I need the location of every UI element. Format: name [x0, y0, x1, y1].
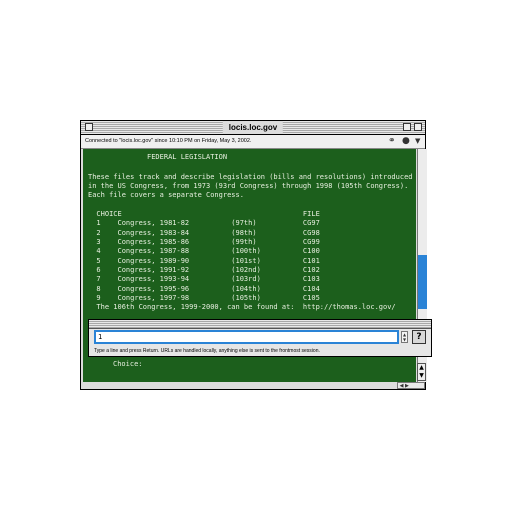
terminal-line: 4 Congress, 1987-88 (100th) C100 [88, 247, 320, 255]
chevron-down-icon[interactable]: ▼ [415, 136, 420, 147]
window-titlebar[interactable]: locis.loc.gov [81, 121, 425, 135]
terminal-line: 6 Congress, 1991-92 (102nd) C102 [88, 266, 320, 274]
terminal-line: These files track and describe legislati… [88, 173, 413, 181]
collapse-box-icon[interactable] [414, 123, 422, 131]
choice-prompt: Choice: [113, 360, 143, 368]
plug-icon[interactable]: ⚭ [388, 136, 396, 147]
command-hint: Type a line and press Return. URLs are h… [94, 348, 320, 354]
connection-status-bar: Connected to "locis.loc.gov" since 10:10… [81, 135, 425, 149]
command-line-panel: 1 ▲ ▼ ? Type a line and press Return. URL… [88, 319, 432, 357]
scroll-arrows[interactable]: ▲ ▼ [417, 363, 426, 381]
scroll-thumb[interactable] [418, 255, 427, 309]
command-panel-titlebar[interactable] [89, 320, 431, 329]
terminal-line: Each file covers a separate Congress. [88, 191, 244, 199]
window-title: locis.loc.gov [222, 121, 284, 134]
close-box-icon[interactable] [85, 123, 93, 131]
terminal-line: 7 Congress, 1993-94 (103rd) C103 [88, 275, 320, 283]
command-input[interactable]: 1 [94, 330, 399, 344]
lock-icon[interactable]: ● [402, 136, 410, 147]
history-stepper[interactable]: ▲ ▼ [401, 331, 408, 343]
connection-status: Connected to "locis.loc.gov" since 10:10… [85, 138, 252, 144]
terminal-line: The 106th Congress, 1999-2000, can be fo… [88, 303, 396, 311]
terminal-line: 5 Congress, 1989-90 (101st) C101 [88, 257, 320, 265]
terminal-line: 9 Congress, 1997-98 (105th) C105 [88, 294, 320, 302]
horizontal-scrollbar[interactable]: ◀ ▶ [397, 382, 425, 389]
terminal-line: 3 Congress, 1985-86 (99th) CG99 [88, 238, 320, 246]
terminal-line: 8 Congress, 1995-96 (104th) C104 [88, 285, 320, 293]
zoom-box-icon[interactable] [403, 123, 411, 131]
help-button[interactable]: ? [412, 330, 426, 344]
terminal-line: in the US Congress, from 1973 (93rd Cong… [88, 182, 409, 190]
terminal-line: 2 Congress, 1983-84 (98th) CG98 [88, 229, 320, 237]
terminal-line: FEDERAL LEGISLATION [88, 153, 228, 161]
terminal-line: 1 Congress, 1981-82 (97th) CG97 [88, 219, 320, 227]
terminal-line: CHOICE FILE [88, 210, 320, 218]
